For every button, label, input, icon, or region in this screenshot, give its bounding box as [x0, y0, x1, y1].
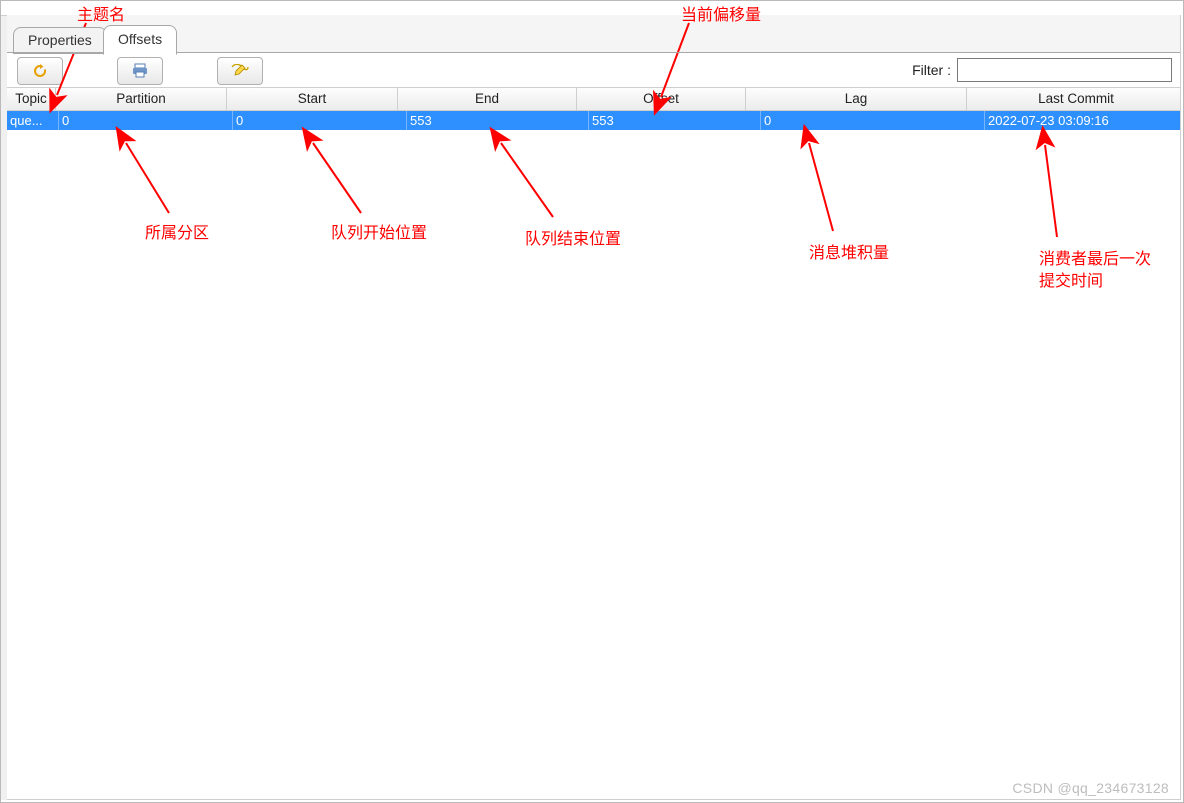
tab-offsets[interactable]: Offsets [103, 25, 177, 55]
app-window: Properties Offsets [0, 0, 1184, 803]
col-partition[interactable]: Partition [56, 88, 227, 110]
table-header-row: Topic Partition Start End Offset Lag Las… [7, 87, 1180, 111]
cell-offset: 553 [589, 111, 761, 130]
offsets-table: Topic Partition Start End Offset Lag Las… [7, 87, 1180, 799]
col-last-commit[interactable]: Last Commit [967, 88, 1180, 110]
tab-underline [7, 52, 1180, 53]
print-button[interactable] [117, 57, 163, 85]
filter-label: Filter : [912, 62, 951, 78]
cell-last-commit: 2022-07-23 03:09:16 [985, 111, 1180, 130]
tab-strip: Properties Offsets [7, 15, 1180, 53]
col-end[interactable]: End [398, 88, 577, 110]
col-start[interactable]: Start [227, 88, 398, 110]
col-lag[interactable]: Lag [746, 88, 967, 110]
cell-lag: 0 [761, 111, 985, 130]
edit-button[interactable] [217, 57, 263, 85]
cell-start: 0 [233, 111, 407, 130]
refresh-button[interactable] [17, 57, 63, 85]
cell-partition: 0 [59, 111, 233, 130]
filter-input[interactable] [957, 58, 1172, 82]
content-panel: Properties Offsets [7, 15, 1181, 800]
tab-properties-label: Properties [28, 32, 92, 48]
col-offset[interactable]: Offset [577, 88, 746, 110]
cell-end: 553 [407, 111, 589, 130]
refresh-icon [32, 63, 48, 79]
tab-properties[interactable]: Properties [13, 27, 107, 54]
edit-icon [231, 64, 249, 78]
tab-offsets-label: Offsets [118, 31, 162, 47]
toolbar: Filter : [7, 53, 1180, 88]
printer-icon [132, 63, 148, 79]
table-row[interactable]: que... 0 0 553 553 0 2022-07-23 03:09:16 [7, 111, 1180, 130]
cell-topic: que... [7, 111, 59, 130]
filter-group: Filter : [912, 58, 1172, 82]
col-topic[interactable]: Topic [7, 88, 56, 110]
